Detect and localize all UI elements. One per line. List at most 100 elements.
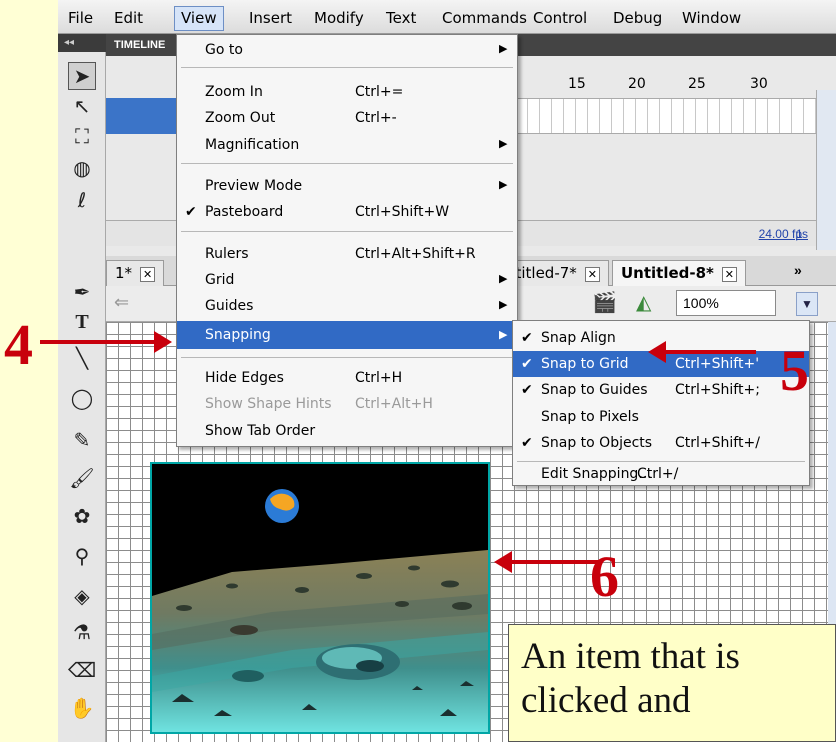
menu-item-shortcut: Ctrl+Shift+' [675, 356, 760, 372]
menu-item-shortcut: Ctrl+Shift+; [675, 382, 760, 398]
close-icon[interactable]: ✕ [584, 267, 600, 282]
pencil-tool-icon[interactable]: ✎ [68, 426, 96, 454]
menu-item-snap-to-objects[interactable]: ✔ Snap to Objects Ctrl+Shift+/ [513, 430, 809, 456]
menu-item-label: Show Tab Order [205, 423, 316, 439]
free-transform-tool-icon[interactable]: ⛶ [68, 122, 96, 150]
3d-rotation-tool-icon[interactable]: ◍ [68, 154, 96, 182]
menu-view[interactable]: View [174, 6, 224, 31]
deco-tool-icon[interactable]: ✿ [68, 502, 96, 530]
ruler-tick: 30 [750, 76, 768, 92]
menu-item-label: Snap to Grid [541, 356, 629, 372]
menu-control[interactable]: Control [533, 9, 587, 27]
menu-item-shortcut: Ctrl+Shift+W [355, 204, 450, 220]
close-icon[interactable]: ✕ [721, 267, 737, 282]
submenu-arrow-icon: ▶ [499, 298, 508, 311]
moon-landscape-image[interactable] [150, 462, 490, 734]
menu-item-label: Zoom In [205, 84, 263, 100]
submenu-arrow-icon: ▶ [499, 272, 508, 285]
line-tool-icon[interactable]: ╲ [68, 344, 96, 372]
collapse-panel-icon[interactable]: ◂◂ [58, 34, 106, 52]
frame-rate[interactable]: 24.00 fps [759, 227, 808, 241]
menu-separator [181, 357, 513, 358]
checkmark-icon: ✔ [521, 435, 533, 451]
menu-item-edit-snapping[interactable]: Edit Snapping... Ctrl+/ [513, 461, 809, 487]
menu-edit[interactable]: Edit [114, 9, 143, 27]
timeline-scrollbar[interactable] [816, 90, 836, 250]
menu-item-magnification[interactable]: Magnification ▶ [177, 132, 517, 158]
menu-item-label: Snap to Guides [541, 382, 648, 398]
submenu-arrow-icon: ▶ [499, 42, 508, 55]
pen-tool-icon[interactable]: ✒ [68, 278, 96, 306]
hand-tool-icon[interactable]: ✋ [68, 694, 96, 722]
lasso-tool-icon[interactable]: ℓ [68, 186, 96, 214]
document-tab[interactable]: 1* ✕ [106, 260, 165, 286]
menu-text[interactable]: Text [386, 9, 416, 27]
menu-file[interactable]: File [68, 9, 93, 27]
oval-tool-icon[interactable]: ◯ [68, 384, 96, 412]
menu-item-grid[interactable]: Grid ▶ [177, 267, 517, 293]
back-arrow-icon[interactable]: ⇐ [114, 292, 129, 313]
submenu-arrow-icon: ▶ [499, 178, 508, 191]
view-menu-dropdown: Go to ▶ Zoom In Ctrl+= Zoom Out Ctrl+- Magn… [176, 34, 518, 447]
menu-item-zoom-out[interactable]: Zoom Out Ctrl+- [177, 105, 517, 131]
menu-commands[interactable]: Commands [442, 9, 527, 27]
menu-item-zoom-in[interactable]: Zoom In Ctrl+= [177, 79, 517, 105]
menu-item-label: Go to [205, 42, 243, 58]
moon-landscape-illustration [152, 464, 488, 732]
menu-insert[interactable]: Insert [249, 9, 292, 27]
brush-tool-icon[interactable]: 🖌 [68, 464, 96, 492]
menu-item-guides[interactable]: Guides ▶ [177, 293, 517, 319]
chevron-down-icon[interactable]: ▼ [796, 292, 818, 316]
menu-item-shortcut: Ctrl+Alt+H [355, 396, 433, 412]
menu-item-preview-mode[interactable]: Preview Mode ▶ [177, 173, 517, 199]
menu-item-label: Snap to Pixels [541, 409, 639, 425]
checkmark-icon: ✔ [521, 356, 533, 372]
subselection-tool-icon[interactable]: ↖ [68, 92, 96, 120]
menu-item-label: Snapping [205, 327, 271, 343]
menu-item-hide-edges[interactable]: Hide Edges Ctrl+H [177, 365, 517, 391]
bone-tool-icon[interactable]: ⚲ [68, 542, 96, 570]
menu-item-rulers[interactable]: Rulers Ctrl+Alt+Shift+R [177, 241, 517, 267]
close-icon[interactable]: ✕ [140, 267, 156, 282]
tab-label: 1* [115, 264, 133, 282]
menu-item-go-to[interactable]: Go to ▶ [177, 37, 517, 63]
text-tool-icon[interactable]: T [68, 308, 96, 336]
eyedropper-tool-icon[interactable]: ⚗ [68, 618, 96, 646]
paint-bucket-tool-icon[interactable]: ◈ [68, 582, 96, 610]
callout-box: An item that is clicked and [508, 624, 836, 742]
menu-item-snap-to-pixels[interactable]: Snap to Pixels [513, 404, 809, 430]
menu-item-shortcut: Ctrl+- [355, 110, 397, 126]
menu-item-label: Pasteboard [205, 204, 284, 220]
edit-scene-icon[interactable]: 🎬 [592, 290, 617, 315]
menu-window[interactable]: Window [682, 9, 741, 27]
menu-item-label: Preview Mode [205, 178, 303, 194]
checkmark-icon: ✔ [521, 330, 533, 346]
document-tab-active[interactable]: Untitled-8* ✕ [612, 260, 746, 286]
ruler-tick: 20 [628, 76, 646, 92]
menu-bar: File Edit View Insert Modify Text Comman… [58, 0, 836, 34]
timeline-frames[interactable] [516, 98, 816, 134]
menu-separator [181, 163, 513, 164]
checkmark-icon: ✔ [521, 382, 533, 398]
menu-item-label: Hide Edges [205, 370, 284, 386]
edit-symbols-icon[interactable]: ◭ [636, 290, 651, 315]
checkmark-icon: ✔ [185, 204, 197, 220]
menu-debug[interactable]: Debug [613, 9, 662, 27]
more-tabs-icon[interactable]: » [794, 262, 802, 278]
menu-item-pasteboard[interactable]: ✔ Pasteboard Ctrl+Shift+W [177, 199, 517, 225]
menu-item-label: Rulers [205, 246, 249, 262]
submenu-arrow-icon: ▶ [499, 328, 508, 341]
menu-item-show-shape-hints[interactable]: Show Shape Hints Ctrl+Alt+H [177, 391, 517, 417]
tab-label: Untitled-8* [621, 264, 714, 282]
eraser-tool-icon[interactable]: ⌫ [68, 656, 96, 684]
selection-tool-icon[interactable]: ➤ [68, 62, 96, 90]
menu-modify[interactable]: Modify [314, 9, 364, 27]
menu-item-snap-to-guides[interactable]: ✔ Snap to Guides Ctrl+Shift+; [513, 377, 809, 403]
zoom-input[interactable]: 100% [676, 290, 776, 316]
menu-item-snapping[interactable]: Snapping ▶ [177, 321, 517, 349]
menu-item-shortcut: Ctrl+Alt+Shift+R [355, 246, 476, 262]
ruler-tick: 15 [568, 76, 586, 92]
timeline-ruler: 15 20 25 30 [516, 72, 836, 96]
menu-item-shortcut: Ctrl+Shift+/ [675, 435, 760, 451]
menu-item-show-tab-order[interactable]: Show Tab Order [177, 418, 517, 444]
